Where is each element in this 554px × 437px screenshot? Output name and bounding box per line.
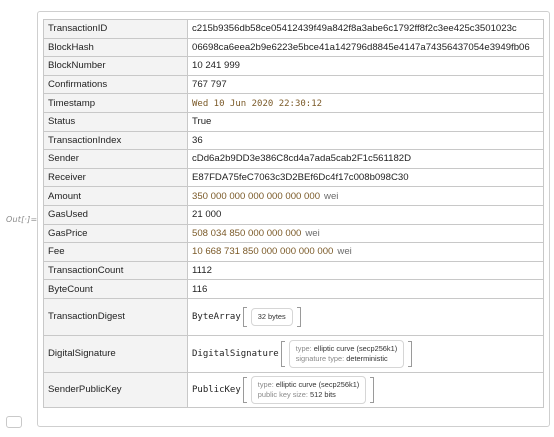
table-row: Sender cDd6a2b9DD3e386C8cd4a7ada5cab2F1c5…: [43, 149, 544, 169]
row-key: Receiver: [43, 167, 188, 188]
table-row: TransactionID c215b9356db58ce05412439f49a…: [43, 19, 544, 39]
table-row: Fee 10 668 731 850 000 000 000 000 wei: [43, 242, 544, 262]
row-value: DigitalSignature type: elliptic curve (s…: [187, 334, 544, 373]
row-key: TransactionDigest: [43, 297, 188, 336]
table-row: BlockHash 06698ca6eea2b9e6223e5bce41a1427…: [43, 37, 544, 58]
row-value-text: E87FDA75feC7063c3D2BEf6Dc4f17c008b098C30: [192, 172, 409, 184]
row-value: c215b9356db58ce05412439f49a842f8a3abe6c1…: [187, 19, 544, 39]
row-value-text: 116: [192, 283, 208, 295]
row-value: 508 034 850 000 000 000 wei: [187, 223, 544, 244]
object-head: ByteArray: [192, 311, 241, 322]
row-value: 350 000 000 000 000 000 000 wei: [187, 186, 544, 206]
row-value-text: 06698ca6eea2b9e6223e5bce41a142796d8845e4…: [192, 41, 530, 53]
row-value: E87FDA75feC7063c3D2BEf6Dc4f17c008b098C30: [187, 167, 544, 188]
table-row: ByteCount 116: [43, 279, 544, 299]
row-key: Amount: [43, 186, 188, 206]
row-value: cDd6a2b9DD3e386C8cd4a7ada5cab2F1c561182D: [187, 149, 544, 169]
unit-label: wei: [337, 246, 352, 258]
object-head: DigitalSignature: [192, 348, 279, 359]
row-value: 1112: [187, 260, 544, 281]
table-row: GasPrice 508 034 850 000 000 000 wei: [43, 223, 544, 244]
bracket-left-icon: [242, 306, 247, 327]
row-value: 767 797: [187, 74, 544, 95]
type-value: elliptic curve (secp256k1): [313, 343, 398, 353]
row-key: Confirmations: [43, 74, 188, 95]
key-size-label: public key size:: [257, 389, 308, 399]
row-value: PublicKey type: elliptic curve (secp256k…: [187, 371, 544, 408]
row-value: 21 000: [187, 204, 544, 225]
row-value-text: 350 000 000 000 000 000 000: [192, 190, 321, 202]
bracket-left-icon: [242, 376, 247, 403]
row-key: SenderPublicKey: [43, 371, 188, 408]
row-value-text: 10 241 999: [192, 60, 241, 72]
bracket-right-icon: [408, 340, 413, 367]
row-key: TransactionID: [43, 19, 188, 39]
table-row: Confirmations 767 797: [43, 74, 544, 95]
row-value: 06698ca6eea2b9e6223e5bce41a142796d8845e4…: [187, 37, 544, 58]
row-value-text: Wed 10 Jun 2020 22:30:12: [192, 98, 323, 109]
public-key-box: type: elliptic curve (secp256k1) public …: [250, 375, 367, 404]
table-row-sender-public-key: SenderPublicKey PublicKey type: elliptic…: [43, 371, 544, 408]
row-key: GasUsed: [43, 204, 188, 225]
row-key: ByteCount: [43, 279, 188, 299]
type-label: type:: [295, 343, 312, 353]
table-row-transaction-digest: TransactionDigest ByteArray 32 bytes: [43, 297, 544, 336]
row-value-text: 21 000: [192, 209, 222, 221]
public-key-summary[interactable]: PublicKey type: elliptic curve (secp256k…: [192, 375, 375, 404]
row-value-text: c215b9356db58ce05412439f49a842f8a3abe6c1…: [192, 23, 517, 35]
row-value-text: 508 034 850 000 000 000: [192, 227, 302, 239]
key-size-value: 512 bits: [309, 389, 336, 399]
row-key: GasPrice: [43, 223, 188, 244]
output-cell-label: Out[·]=: [6, 215, 38, 224]
row-value-text: True: [192, 116, 212, 128]
bracket-right-icon: [296, 306, 301, 327]
row-value: 10 668 731 850 000 000 000 000 wei: [187, 242, 544, 262]
watermark-icon: [6, 416, 22, 428]
row-key: TransactionCount: [43, 260, 188, 281]
row-key: DigitalSignature: [43, 334, 188, 373]
table-row: Status True: [43, 111, 544, 132]
type-label: type:: [257, 379, 274, 389]
table-row: GasUsed 21 000: [43, 204, 544, 225]
object-head: PublicKey: [192, 384, 241, 395]
signature-type-label: signature type:: [295, 353, 345, 363]
row-value: True: [187, 111, 544, 132]
table-row: BlockNumber 10 241 999: [43, 56, 544, 76]
table-row: Receiver E87FDA75feC7063c3D2BEf6Dc4f17c00…: [43, 167, 544, 188]
row-value-text: 36: [192, 134, 203, 146]
watermark-logo: [6, 416, 22, 428]
signature-type-value: deterministic: [346, 353, 388, 363]
row-value: ByteArray 32 bytes: [187, 297, 544, 336]
row-value-text: cDd6a2b9DD3e386C8cd4a7ada5cab2F1c561182D: [192, 153, 412, 165]
row-key: Fee: [43, 242, 188, 262]
transaction-table: TransactionID c215b9356db58ce05412439f49a…: [43, 19, 544, 408]
type-value: elliptic curve (secp256k1): [275, 379, 360, 389]
signature-summary[interactable]: DigitalSignature type: elliptic curve (s…: [192, 339, 413, 368]
unit-label: wei: [305, 227, 320, 239]
row-key: BlockNumber: [43, 56, 188, 76]
bracket-left-icon: [280, 340, 285, 367]
row-key: Timestamp: [43, 93, 188, 113]
row-key: TransactionIndex: [43, 130, 188, 151]
table-row: Amount 350 000 000 000 000 000 000 wei: [43, 186, 544, 206]
row-value: 36: [187, 130, 544, 151]
row-value-text: 1112: [192, 265, 212, 277]
unit-label: wei: [324, 190, 339, 202]
signature-box: type: elliptic curve (secp256k1) signatu…: [288, 339, 405, 368]
row-value-text: 10 668 731 850 000 000 000 000: [192, 246, 334, 258]
row-value: 10 241 999: [187, 56, 544, 76]
row-key: Sender: [43, 149, 188, 169]
table-row: Timestamp Wed 10 Jun 2020 22:30:12: [43, 93, 544, 113]
table-row-digital-signature: DigitalSignature DigitalSignature type: …: [43, 334, 544, 373]
table-row: TransactionIndex 36: [43, 130, 544, 151]
table-row: TransactionCount 1112: [43, 260, 544, 281]
row-value-text: 767 797: [192, 79, 227, 91]
row-key: Status: [43, 111, 188, 132]
row-key: BlockHash: [43, 37, 188, 58]
bytearray-summary[interactable]: ByteArray 32 bytes: [192, 306, 301, 327]
bytearray-box: 32 bytes: [250, 307, 293, 326]
row-value: 116: [187, 279, 544, 299]
row-value: Wed 10 Jun 2020 22:30:12: [187, 93, 544, 113]
bracket-right-icon: [370, 376, 375, 403]
